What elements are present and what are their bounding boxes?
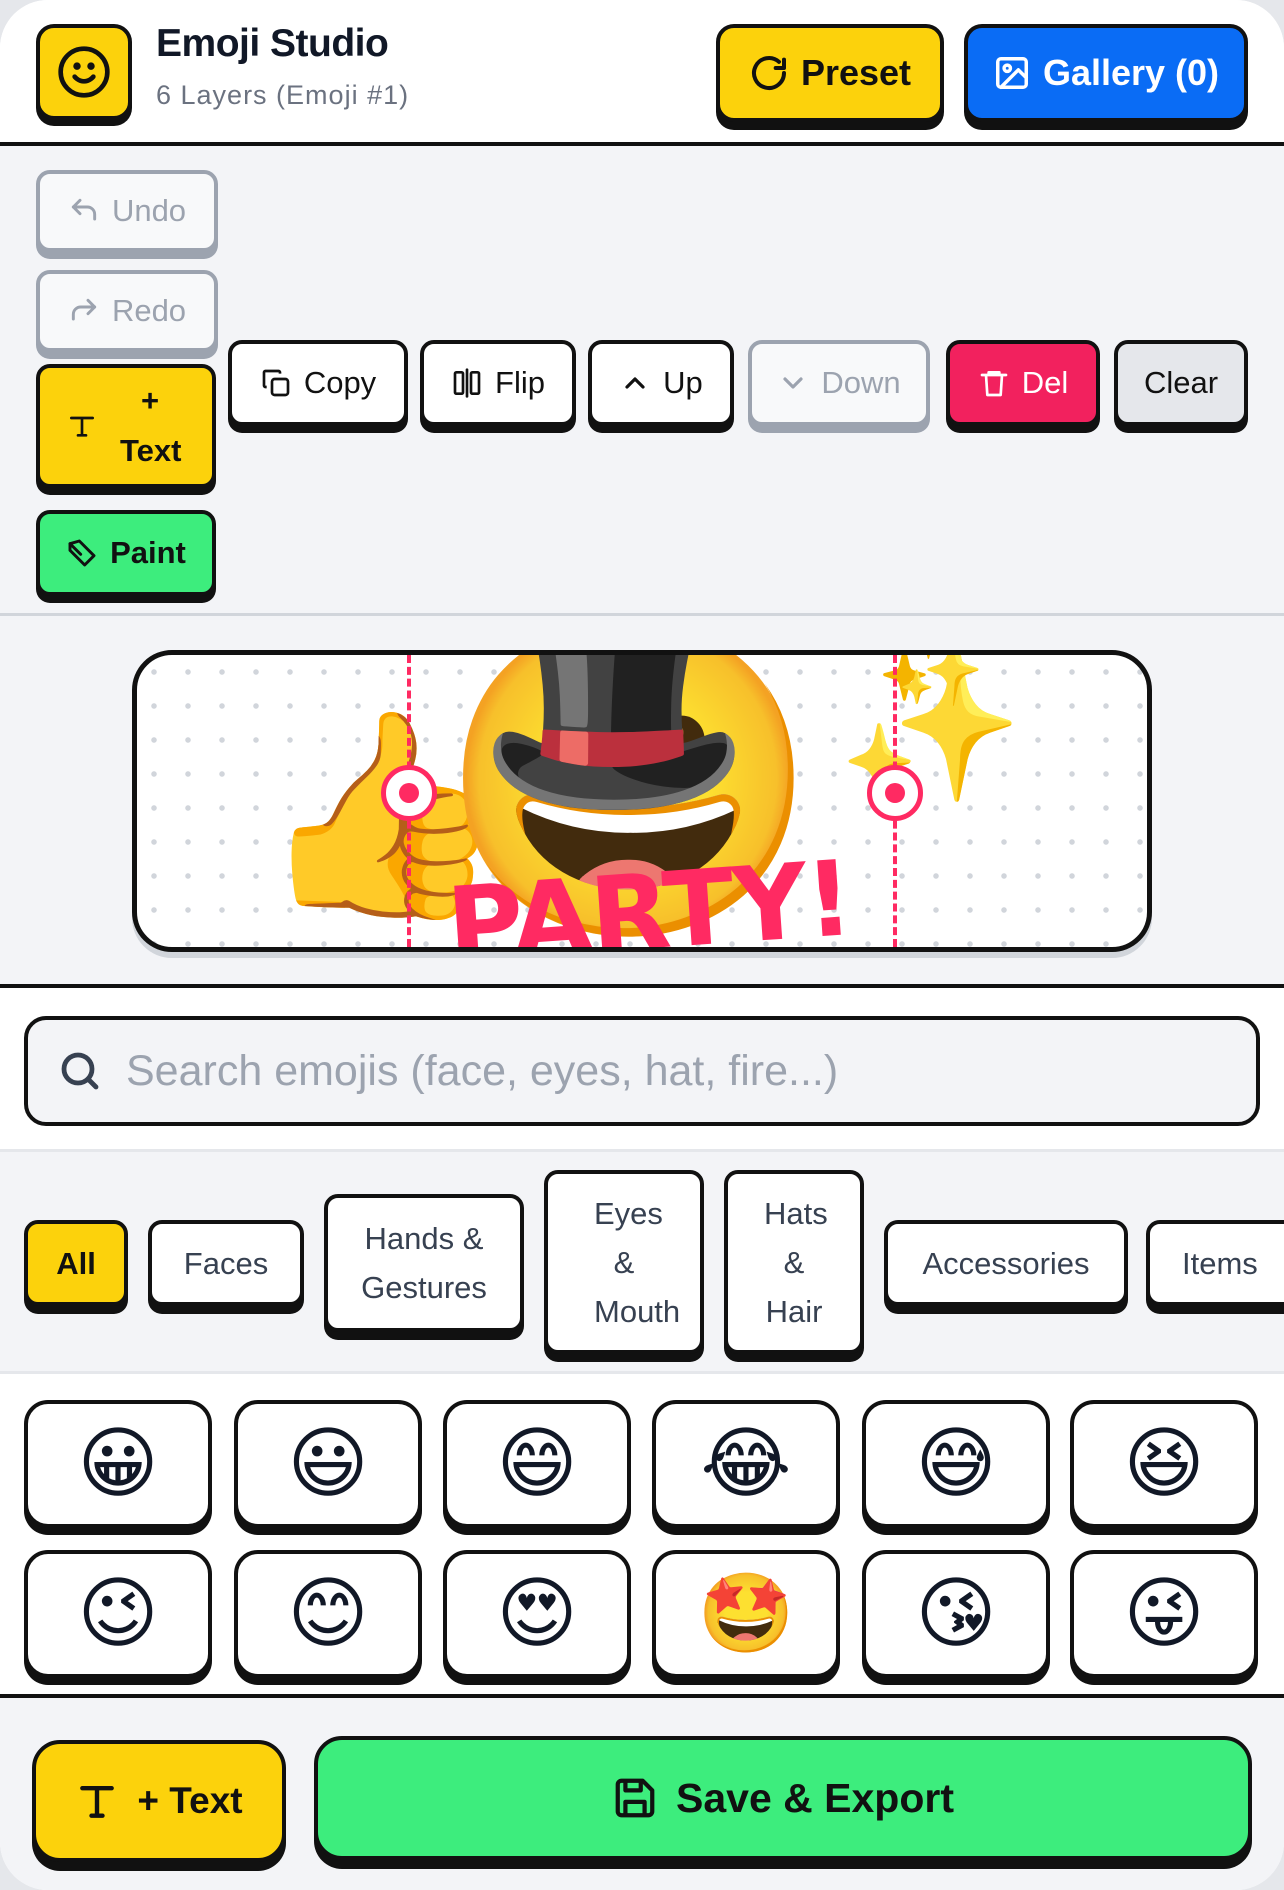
category-items[interactable]: Items <box>1146 1220 1284 1306</box>
add-text-button[interactable]: + Text <box>36 364 216 488</box>
category-label: Accessories <box>922 1245 1090 1281</box>
clear-button[interactable]: Clear <box>1114 340 1248 426</box>
search-icon <box>61 1052 99 1090</box>
preset-label: Preset <box>800 52 912 93</box>
trash-icon <box>980 371 1008 397</box>
layer-count: 6 Layers (Emoji #1) <box>156 80 410 110</box>
text-icon <box>80 1785 115 1818</box>
emoji-tile[interactable]: 😉 <box>24 1550 212 1678</box>
redo-icon <box>71 298 97 321</box>
bottom-add-text-button[interactable]: + Text <box>32 1740 286 1862</box>
undo-label: Undo <box>111 193 187 228</box>
emoji-tile[interactable]: 😂 <box>652 1400 840 1528</box>
gallery-button[interactable]: Gallery (0) <box>964 24 1248 122</box>
resize-handle-left[interactable] <box>381 765 437 821</box>
emoji-tile[interactable]: 😄 <box>443 1400 631 1528</box>
app-logo <box>36 24 132 120</box>
save-export-button[interactable]: Save & Export <box>314 1736 1252 1860</box>
app-title: Emoji Studio <box>156 22 389 65</box>
emoji-tile[interactable]: 😅 <box>862 1400 1050 1528</box>
emoji-tile[interactable]: 😘 <box>862 1550 1050 1678</box>
undo-icon <box>71 198 97 221</box>
redo-button[interactable]: Redo <box>36 270 218 352</box>
delete-label: Del <box>1021 365 1069 400</box>
flip-button[interactable]: Flip <box>420 340 576 426</box>
copy-icon <box>262 369 290 397</box>
resize-handle-right[interactable] <box>867 765 923 821</box>
category-hands-gestures[interactable]: Hands & Gestures <box>324 1194 524 1332</box>
emoji-tile[interactable]: 😀 <box>24 1400 212 1528</box>
category-label: Eyes & Mouth <box>594 1195 681 1329</box>
floppy-disk-icon <box>615 1778 655 1818</box>
search-section <box>0 988 1284 1152</box>
emoji-tile[interactable]: 😜 <box>1070 1550 1258 1678</box>
top-hat-layer[interactable]: 🎩 <box>477 655 751 815</box>
category-accessories[interactable]: Accessories <box>884 1220 1128 1306</box>
down-label: Down <box>821 365 901 400</box>
emoji-tile[interactable]: 😍 <box>443 1550 631 1678</box>
chevron-down-icon <box>783 377 803 389</box>
category-eyes-mouth[interactable]: Eyes & Mouth <box>544 1170 704 1354</box>
gallery-label: Gallery (0) <box>1042 52 1220 93</box>
move-down-button[interactable]: Down <box>748 340 930 426</box>
paint-label: Paint <box>110 535 186 570</box>
category-hats-hair[interactable]: Hats & Hair <box>724 1170 864 1354</box>
toolbar: Undo Redo + Text Paint Copy Flip Up Down… <box>0 146 1284 616</box>
text-icon <box>70 416 94 437</box>
up-label: Up <box>663 365 703 400</box>
copy-label: Copy <box>303 365 377 400</box>
app-window: Emoji Studio 6 Layers (Emoji #1) Preset … <box>0 0 1284 1890</box>
smiley-icon <box>58 46 110 98</box>
image-icon <box>995 57 1028 89</box>
emoji-canvas[interactable]: 👍 😀 🎩 ✨ ✨ PARTY! <box>132 650 1152 952</box>
brush-icon <box>68 539 96 567</box>
chevron-up-icon <box>625 377 645 389</box>
canvas-area: 👍 😀 🎩 ✨ ✨ PARTY! <box>0 616 1284 988</box>
emoji-tile[interactable]: 😆 <box>1070 1400 1258 1528</box>
bottom-add-text-label: + Text <box>137 1780 243 1821</box>
search-input[interactable] <box>126 1020 1256 1122</box>
category-label: Hands & Gestures <box>361 1221 487 1305</box>
redo-label: Redo <box>111 293 187 328</box>
move-up-button[interactable]: Up <box>588 340 734 426</box>
category-label: Faces <box>183 1245 269 1281</box>
undo-button[interactable]: Undo <box>36 170 218 252</box>
category-label: Hats & Hair <box>764 1195 828 1329</box>
category-label: All <box>56 1245 96 1281</box>
delete-button[interactable]: Del <box>946 340 1100 426</box>
preset-button[interactable]: Preset <box>716 24 944 122</box>
header: Emoji Studio 6 Layers (Emoji #1) Preset … <box>0 0 1284 146</box>
paint-button[interactable]: Paint <box>36 510 216 596</box>
clear-label: Clear <box>1143 365 1219 400</box>
emoji-tile[interactable]: 😃 <box>234 1400 422 1528</box>
category-faces[interactable]: Faces <box>148 1220 304 1306</box>
category-all[interactable]: All <box>24 1220 128 1306</box>
copy-button[interactable]: Copy <box>228 340 408 426</box>
emoji-tile[interactable]: 🤩 <box>652 1550 840 1678</box>
flip-label: Flip <box>495 365 545 400</box>
save-export-label: Save & Export <box>676 1774 954 1821</box>
search-box <box>24 1016 1260 1126</box>
add-text-label: + Text <box>120 383 182 468</box>
category-label: Items <box>1182 1245 1258 1281</box>
category-tabs: All Faces Hands & Gestures Eyes & Mouth … <box>0 1152 1284 1374</box>
flip-icon <box>453 368 481 398</box>
bottom-bar: + Text Save & Export <box>0 1694 1284 1890</box>
small-sparkles-layer[interactable]: ✨ <box>897 655 984 705</box>
refresh-icon <box>751 56 786 90</box>
emoji-grid: 😀 😃 😄 😂 😅 😆 😉 😊 😍 🤩 😘 😜 <box>0 1374 1284 1694</box>
emoji-tile[interactable]: 😊 <box>234 1550 422 1678</box>
